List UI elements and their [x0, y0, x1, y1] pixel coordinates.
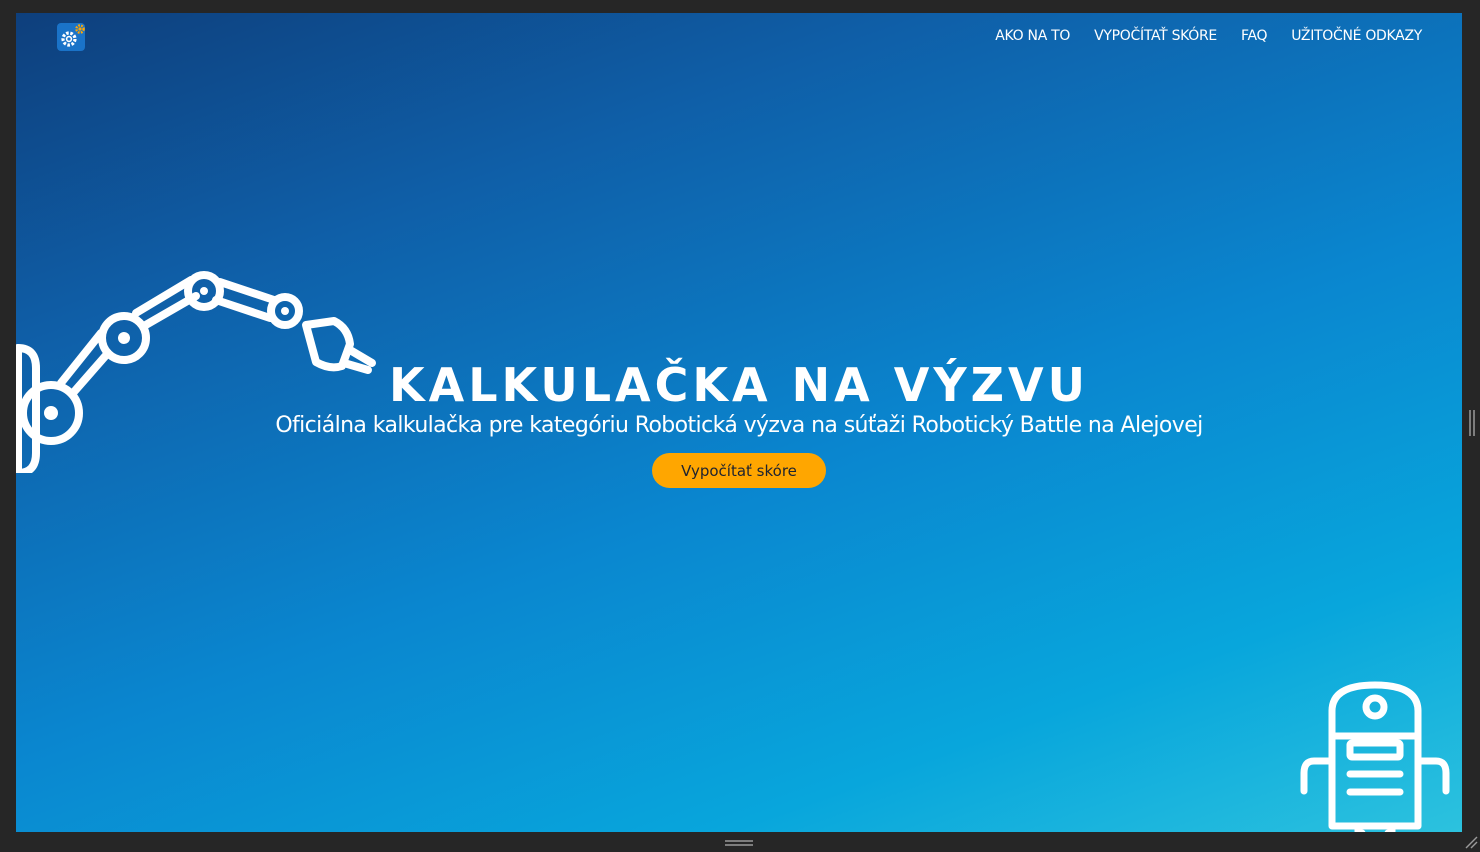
- calculate-score-button[interactable]: Vypočítať skóre: [652, 453, 826, 488]
- hero-subtitle: Oficiálna kalkulačka pre kategóriu Robot…: [275, 413, 1203, 438]
- gears-logo-icon[interactable]: [56, 21, 88, 53]
- page-viewport: AKO NA TO VYPOČÍTAŤ SKÓRE FAQ UŽITOČNÉ O…: [16, 13, 1462, 832]
- corner-resize-grip-icon[interactable]: [1464, 835, 1478, 849]
- browser-frame: AKO NA TO VYPOČÍTAŤ SKÓRE FAQ UŽITOČNÉ O…: [0, 0, 1480, 852]
- robot-icon: [1300, 681, 1450, 832]
- main-nav: AKO NA TO VYPOČÍTAŤ SKÓRE FAQ UŽITOČNÉ O…: [995, 27, 1422, 45]
- nav-ako-na-to[interactable]: AKO NA TO: [995, 27, 1070, 45]
- bottom-resize-handle[interactable]: [725, 838, 753, 848]
- hero-title: KALKULAČKA NA VÝZVU: [388, 358, 1089, 412]
- nav-faq[interactable]: FAQ: [1241, 27, 1268, 45]
- side-resize-handle[interactable]: [1468, 410, 1476, 436]
- nav-uzitocne-odkazy[interactable]: UŽITOČNÉ ODKAZY: [1291, 27, 1422, 45]
- nav-vypocitat-skore[interactable]: VYPOČÍTAŤ SKÓRE: [1094, 27, 1217, 45]
